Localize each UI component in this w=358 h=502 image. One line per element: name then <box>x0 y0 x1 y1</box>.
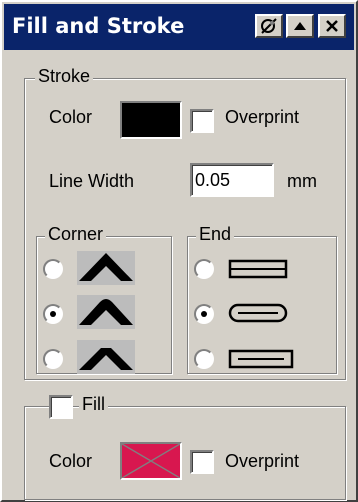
corner-miter-radio[interactable] <box>43 259 63 279</box>
line-width-unit: mm <box>287 171 317 191</box>
fill-overprint-label: Overprint <box>225 451 300 471</box>
fill-color-label: Color <box>49 451 93 471</box>
bevel-corner-icon <box>77 340 135 374</box>
round-corner-icon <box>77 295 135 329</box>
corner-round-radio[interactable] <box>43 304 63 324</box>
window-title: Fill and Stroke <box>12 14 185 38</box>
stroke-overprint-checkbox[interactable] <box>190 109 214 133</box>
end-legend: End <box>196 224 235 245</box>
line-width-input[interactable]: 0.05 <box>190 163 274 197</box>
title-bar[interactable]: Fill and Stroke <box>4 4 354 50</box>
pin-icon <box>261 18 277 34</box>
square-cap-icon <box>228 349 294 369</box>
pin-button[interactable] <box>255 14 283 38</box>
corner-legend: Corner <box>45 224 107 245</box>
fill-and-stroke-panel: Fill and Stroke Stroke Color Overprint L… <box>0 0 358 502</box>
corner-bevel-radio[interactable] <box>43 349 63 369</box>
stroke-group: Stroke Color Overprint Line Width 0.05 m… <box>24 66 346 380</box>
fill-color-swatch[interactable] <box>120 442 182 480</box>
line-width-label: Line Width <box>49 171 135 191</box>
stroke-overprint-label: Overprint <box>225 107 300 127</box>
end-butt-radio[interactable] <box>194 259 214 279</box>
fill-checkbox[interactable] <box>49 395 73 419</box>
corner-group: Corner <box>36 224 172 374</box>
fill-overprint-checkbox[interactable] <box>190 450 214 474</box>
stroke-legend: Stroke <box>35 66 94 87</box>
end-round-radio[interactable] <box>194 304 214 324</box>
fill-label: Fill <box>79 394 108 415</box>
end-square-radio[interactable] <box>194 349 214 369</box>
minimize-button[interactable] <box>286 14 314 38</box>
fill-group: Fill Color Overprint <box>24 394 346 500</box>
butt-cap-icon <box>228 259 288 279</box>
miter-corner-icon <box>77 251 135 285</box>
end-group: End <box>187 224 337 374</box>
stroke-color-swatch[interactable] <box>120 101 182 139</box>
close-button[interactable] <box>318 14 346 38</box>
stroke-color-label: Color <box>49 107 93 127</box>
round-cap-icon <box>228 303 288 323</box>
minimize-icon <box>294 22 306 30</box>
close-icon <box>326 20 338 32</box>
